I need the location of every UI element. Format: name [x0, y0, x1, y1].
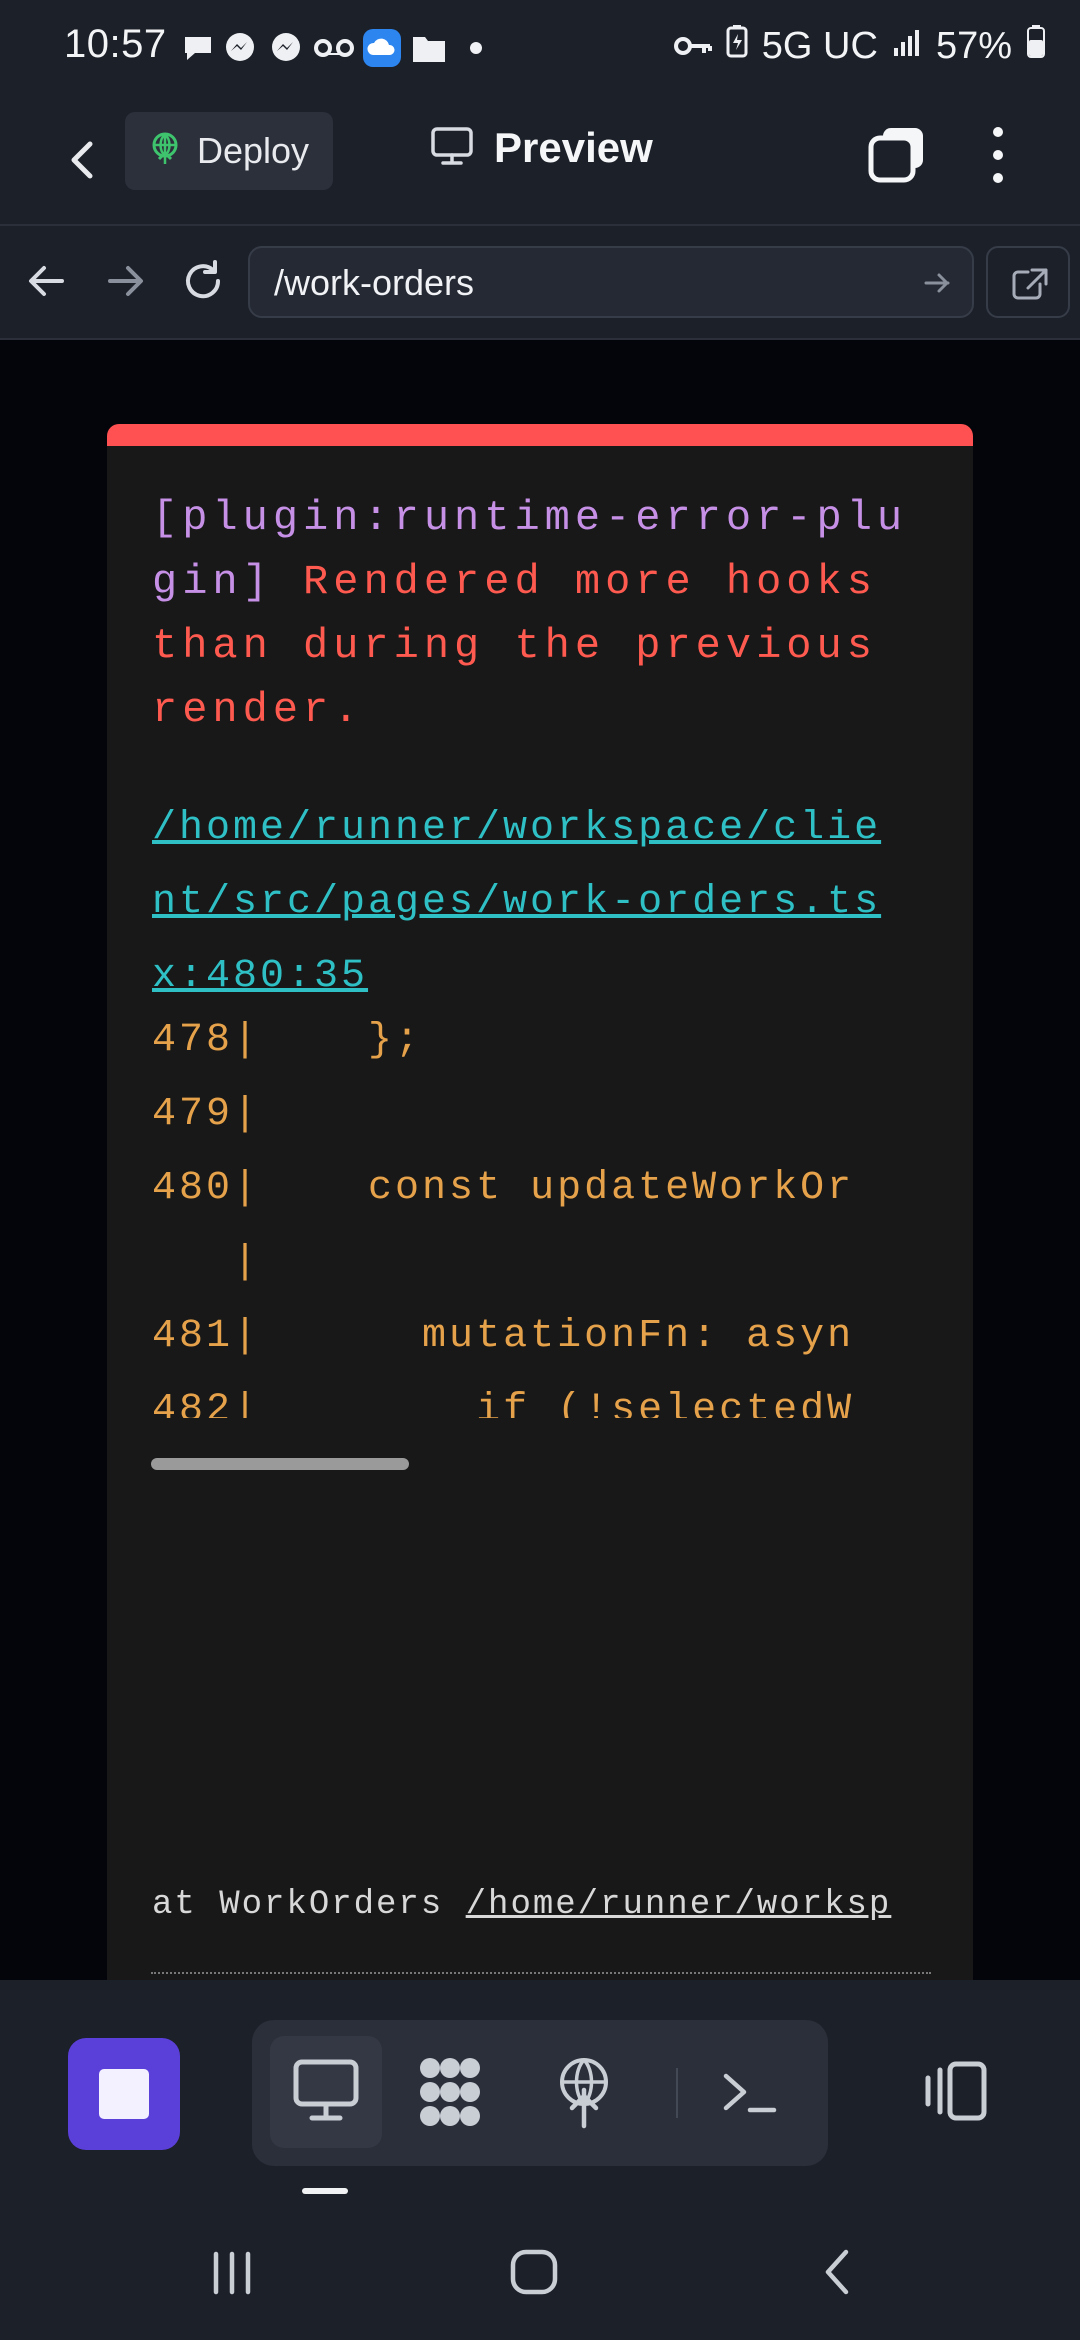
deploy-label: Deploy [197, 130, 310, 171]
back-button[interactable] [58, 130, 108, 190]
network-label: 5G UC [761, 24, 878, 67]
vpn-key-icon [673, 25, 712, 68]
stop-icon [99, 2069, 149, 2119]
code-frame[interactable]: 478| }; 479| 480| const updateWorkOr | 4… [152, 1018, 932, 1418]
status-time: 10:57 [64, 22, 167, 66]
deploy-icon [147, 131, 183, 172]
stop-button[interactable] [68, 2038, 180, 2150]
more-vertical-icon [993, 127, 1003, 183]
bottom-toolbar [0, 1980, 1080, 2180]
status-bar: 10:57 5G UC 57% [0, 0, 1080, 100]
recents-button[interactable] [202, 2242, 262, 2302]
folder-icon [410, 30, 448, 66]
error-accent-bar [107, 424, 973, 446]
browser-nav-bar: /work-orders [0, 224, 1080, 340]
home-button[interactable] [504, 2242, 564, 2302]
tab-indicator [302, 2188, 348, 2194]
code-line: 478| }; [152, 1018, 423, 1063]
arrow-left-icon [29, 266, 64, 296]
messenger-icon [268, 30, 304, 66]
reload-icon [186, 260, 221, 299]
monitor-icon [293, 2059, 359, 2121]
nav-forward-button[interactable] [100, 256, 150, 306]
reload-button[interactable] [178, 256, 228, 306]
url-field[interactable]: /work-orders [248, 246, 974, 318]
external-link-icon [1012, 268, 1048, 300]
battery-icon [1026, 24, 1046, 68]
recents-icon [213, 2251, 251, 2295]
voicemail-icon [314, 30, 354, 66]
go-arrow-icon[interactable] [920, 266, 954, 300]
monitor-icon [430, 126, 474, 171]
webview-tool-button[interactable] [270, 2036, 382, 2148]
app-bar: Deploy Preview [0, 100, 1080, 224]
arrow-right-icon [108, 266, 143, 296]
system-nav-bar [0, 2200, 1080, 2340]
stack-trace-link[interactable]: /home/runner/worksp [466, 1886, 892, 1924]
chevron-left-icon [71, 141, 93, 179]
signal-icon [892, 25, 922, 68]
open-external-button[interactable] [986, 246, 1070, 318]
home-icon [510, 2249, 558, 2295]
error-overlay: [plugin:runtime-error-plugin] Rendered m… [107, 424, 973, 1980]
code-line: 479| [152, 1092, 261, 1137]
horizontal-scrollbar[interactable] [151, 1458, 409, 1470]
divider [676, 2068, 678, 2118]
integrations-tool-button[interactable] [408, 2050, 492, 2134]
preview-title: Preview [430, 124, 653, 172]
error-file-link[interactable]: /home/runner/workspace/client/src/pages/… [152, 792, 902, 1014]
terminal-icon [723, 2073, 777, 2113]
cloud-icon [362, 29, 402, 67]
status-right: 5G UC 57% [673, 24, 1046, 68]
chat-bubble-icon [180, 30, 216, 66]
tabs-icon [868, 128, 923, 183]
code-line: | [152, 1240, 261, 1285]
error-message: [plugin:runtime-error-plugin] Rendered m… [152, 486, 932, 742]
code-line: 482| if (!selectedW [152, 1388, 855, 1418]
deploy-globe-icon [560, 2058, 608, 2129]
panels-icon [925, 2061, 987, 2121]
code-line: 480| const updateWorkOr [152, 1166, 855, 1211]
deploy-button[interactable]: Deploy [125, 112, 333, 190]
code-line: 481| mutationFn: asyn [152, 1314, 855, 1359]
url-text: /work-orders [274, 262, 475, 303]
system-back-button[interactable] [808, 2242, 868, 2302]
shell-tool-button[interactable] [708, 2050, 792, 2134]
deploy-tool-button[interactable] [542, 2050, 626, 2134]
back-icon [825, 2249, 849, 2295]
battery-saver-icon [726, 24, 748, 68]
preview-label: Preview [494, 124, 653, 171]
tool-switcher [252, 2020, 828, 2166]
panels-button[interactable] [920, 2050, 992, 2130]
tabs-button[interactable] [865, 122, 931, 188]
divider [151, 1972, 931, 1974]
stack-trace-line: at WorkOrders /home/runner/worksp [152, 1886, 892, 1924]
messenger-icon [222, 30, 258, 66]
integrations-icon [420, 2058, 480, 2126]
dot-icon [466, 30, 486, 66]
more-options-button[interactable] [980, 122, 1016, 188]
nav-back-button[interactable] [22, 256, 72, 306]
battery-percent: 57% [935, 24, 1012, 67]
